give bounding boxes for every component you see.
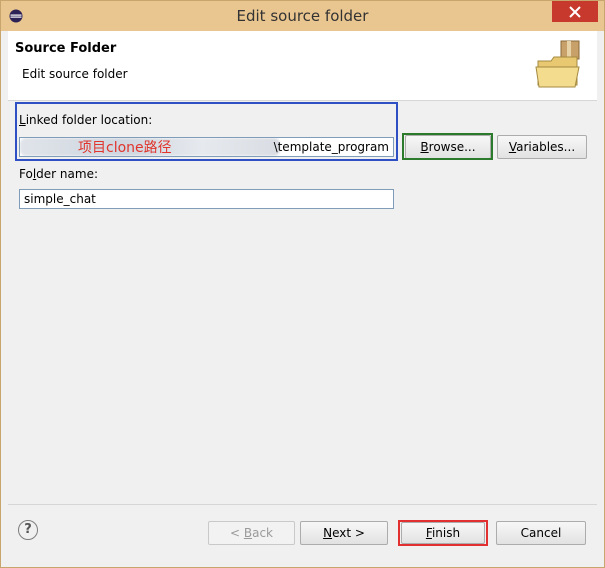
window-title: Edit source folder <box>236 7 369 25</box>
location-value: \template_program <box>273 140 389 154</box>
edit-source-folder-dialog: Edit source folder Source Folder Edit so… <box>0 0 605 568</box>
finish-button[interactable]: Finish <box>401 522 485 544</box>
back-button[interactable]: < Back <box>208 521 295 545</box>
close-button[interactable] <box>552 1 598 22</box>
footer-separator <box>8 504 597 505</box>
linked-folder-location-input[interactable]: 项目clone路径 \template_program <box>19 137 394 157</box>
next-button[interactable]: Next > <box>300 521 388 545</box>
header-subtitle: Edit source folder <box>22 67 128 81</box>
folder-name-label: Folder name: <box>19 167 98 181</box>
folder-name-input[interactable]: simple_chat <box>19 189 394 209</box>
path-annotation-text: 项目clone路径 <box>78 140 172 156</box>
dialog-header: Source Folder Edit source folder <box>8 31 597 101</box>
cancel-button[interactable]: Cancel <box>496 521 586 545</box>
help-icon[interactable]: ? <box>18 520 38 540</box>
folder-package-icon <box>535 40 580 88</box>
linked-folder-location-label: Linked folder location: <box>19 113 153 127</box>
browse-button[interactable]: Browse... <box>405 135 491 159</box>
close-icon <box>569 5 581 18</box>
variables-button[interactable]: Variables... <box>497 135 587 159</box>
header-title: Source Folder <box>15 41 117 56</box>
title-bar: Edit source folder <box>1 1 604 31</box>
